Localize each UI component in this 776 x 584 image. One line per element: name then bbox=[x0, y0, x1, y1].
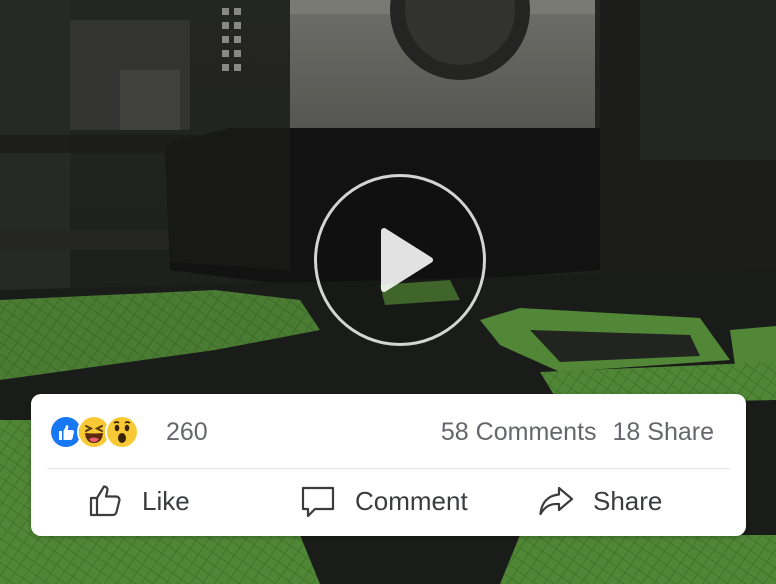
post-actions-row: Like Comment Share bbox=[31, 469, 746, 536]
reaction-icons[interactable] bbox=[49, 415, 139, 449]
share-arrow-icon bbox=[539, 486, 574, 516]
shares-count-link[interactable]: 18 Share bbox=[613, 416, 714, 448]
comments-count-link[interactable]: 58 Comments bbox=[441, 416, 597, 448]
share-label: Share bbox=[593, 485, 663, 516]
share-button[interactable]: Share bbox=[537, 481, 662, 521]
post-engagement-card: 260 58 Comments 18 Share Like Comment Sh… bbox=[31, 394, 746, 536]
reaction-count[interactable]: 260 bbox=[166, 416, 208, 448]
wow-reaction-icon bbox=[105, 415, 139, 449]
video-post: 260 58 Comments 18 Share Like Comment Sh… bbox=[0, 0, 776, 584]
like-label: Like bbox=[142, 485, 190, 516]
comment-icon bbox=[301, 486, 335, 518]
play-icon bbox=[381, 228, 433, 292]
engagement-counts: 58 Comments 18 Share bbox=[441, 416, 714, 448]
thumbs-up-icon bbox=[89, 485, 121, 517]
reaction-stats-row: 260 58 Comments 18 Share bbox=[31, 394, 746, 468]
comment-button[interactable]: Comment bbox=[299, 481, 468, 521]
play-button[interactable] bbox=[314, 174, 486, 346]
comment-label: Comment bbox=[355, 485, 468, 516]
like-button[interactable]: Like bbox=[86, 481, 190, 521]
